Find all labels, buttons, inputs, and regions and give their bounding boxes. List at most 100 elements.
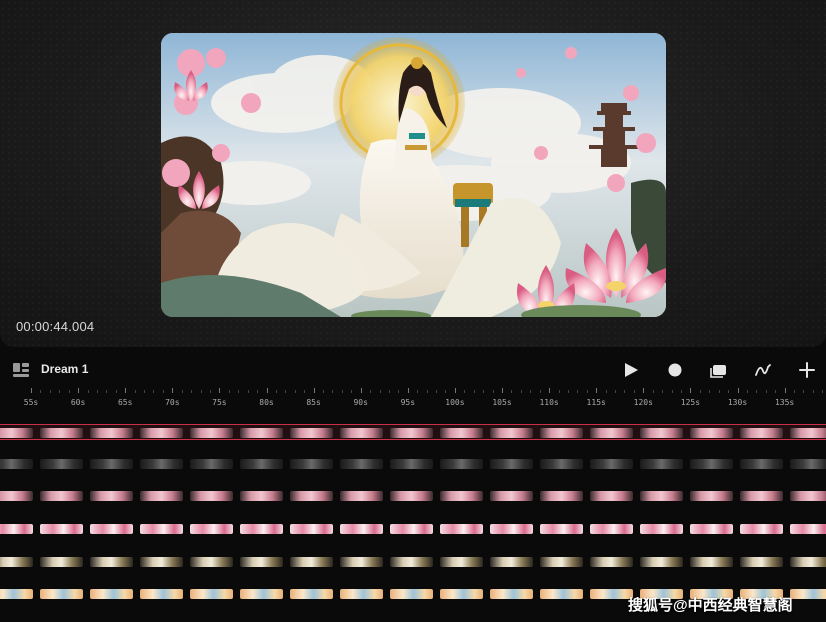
- clip-thumbnail[interactable]: [790, 428, 826, 438]
- clip-thumbnail[interactable]: [0, 428, 33, 438]
- clip-thumbnail[interactable]: [790, 459, 826, 469]
- clip-thumbnail[interactable]: [590, 524, 633, 534]
- clip-thumbnail[interactable]: [440, 428, 483, 438]
- clip-thumbnail[interactable]: [190, 459, 233, 469]
- draw-icon[interactable]: [752, 359, 774, 381]
- clip-thumbnail[interactable]: [390, 557, 433, 567]
- clip-thumbnail[interactable]: [590, 491, 633, 501]
- clip-thumbnail[interactable]: [290, 459, 333, 469]
- clip-thumbnail[interactable]: [540, 524, 583, 534]
- clip-thumbnail[interactable]: [90, 557, 133, 567]
- add-icon[interactable]: [796, 359, 818, 381]
- clip-thumbnail[interactable]: [90, 524, 133, 534]
- clip-thumbnail[interactable]: [0, 557, 33, 567]
- clip-thumbnail[interactable]: [90, 589, 133, 599]
- clip-thumbnail[interactable]: [440, 557, 483, 567]
- clip-thumbnail[interactable]: [740, 428, 783, 438]
- clip-thumbnail[interactable]: [790, 589, 826, 599]
- clip-thumbnail[interactable]: [640, 491, 683, 501]
- clip-thumbnail[interactable]: [440, 589, 483, 599]
- timeline-track[interactable]: [0, 488, 826, 504]
- clip-thumbnail[interactable]: [290, 491, 333, 501]
- clip-thumbnail[interactable]: [240, 524, 283, 534]
- clip-thumbnail[interactable]: [740, 557, 783, 567]
- clip-thumbnail[interactable]: [540, 428, 583, 438]
- clip-thumbnail[interactable]: [190, 524, 233, 534]
- clip-thumbnail[interactable]: [240, 491, 283, 501]
- clip-thumbnail[interactable]: [540, 589, 583, 599]
- clip-thumbnail[interactable]: [390, 524, 433, 534]
- clip-thumbnail[interactable]: [290, 557, 333, 567]
- timeline-track[interactable]: [0, 456, 826, 472]
- clip-thumbnail[interactable]: [0, 459, 33, 469]
- clip-thumbnail[interactable]: [290, 524, 333, 534]
- clip-thumbnail[interactable]: [740, 524, 783, 534]
- clip-thumbnail[interactable]: [490, 428, 533, 438]
- clip-thumbnail[interactable]: [40, 557, 83, 567]
- clip-thumbnail[interactable]: [490, 557, 533, 567]
- timeline-ruler[interactable]: 55s 60s 65s 70s 75s 80s 85s 90s 95s 100s 105s 110s 1…: [0, 388, 826, 412]
- clip-thumbnail[interactable]: [240, 589, 283, 599]
- record-icon[interactable]: [664, 359, 686, 381]
- clip-thumbnail[interactable]: [40, 524, 83, 534]
- clip-thumbnail[interactable]: [190, 428, 233, 438]
- stack-icon[interactable]: [708, 359, 730, 381]
- layers-icon[interactable]: [12, 362, 30, 378]
- clip-thumbnail[interactable]: [640, 428, 683, 438]
- clip-thumbnail[interactable]: [90, 491, 133, 501]
- clip-thumbnail[interactable]: [40, 428, 83, 438]
- clip-thumbnail[interactable]: [540, 491, 583, 501]
- clip-thumbnail[interactable]: [740, 459, 783, 469]
- clip-thumbnail[interactable]: [0, 524, 33, 534]
- clip-thumbnail[interactable]: [340, 557, 383, 567]
- clip-thumbnail[interactable]: [340, 589, 383, 599]
- clip-thumbnail[interactable]: [390, 589, 433, 599]
- clip-thumbnail[interactable]: [690, 491, 733, 501]
- clip-thumbnail[interactable]: [640, 459, 683, 469]
- clip-thumbnail[interactable]: [190, 557, 233, 567]
- clip-thumbnail[interactable]: [40, 589, 83, 599]
- clip-thumbnail[interactable]: [640, 557, 683, 567]
- clip-thumbnail[interactable]: [40, 491, 83, 501]
- clip-thumbnail[interactable]: [240, 459, 283, 469]
- clip-thumbnail[interactable]: [190, 589, 233, 599]
- clip-thumbnail[interactable]: [340, 459, 383, 469]
- clip-thumbnail[interactable]: [340, 491, 383, 501]
- clip-thumbnail[interactable]: [90, 428, 133, 438]
- clip-thumbnail[interactable]: [490, 589, 533, 599]
- clip-thumbnail[interactable]: [340, 524, 383, 534]
- timeline-track[interactable]: [0, 424, 826, 440]
- clip-thumbnail[interactable]: [590, 459, 633, 469]
- clip-thumbnail[interactable]: [140, 589, 183, 599]
- clip-thumbnail[interactable]: [390, 491, 433, 501]
- clip-thumbnail[interactable]: [690, 428, 733, 438]
- clip-thumbnail[interactable]: [390, 459, 433, 469]
- clip-thumbnail[interactable]: [0, 491, 33, 501]
- clip-thumbnail[interactable]: [240, 428, 283, 438]
- clip-thumbnail[interactable]: [490, 524, 533, 534]
- clip-thumbnail[interactable]: [40, 459, 83, 469]
- clip-thumbnail[interactable]: [490, 491, 533, 501]
- clip-thumbnail[interactable]: [540, 557, 583, 567]
- clip-thumbnail[interactable]: [440, 459, 483, 469]
- clip-thumbnail[interactable]: [640, 524, 683, 534]
- clip-thumbnail[interactable]: [140, 557, 183, 567]
- project-name[interactable]: Dream 1: [41, 362, 88, 376]
- clip-thumbnail[interactable]: [140, 491, 183, 501]
- clip-thumbnail[interactable]: [590, 428, 633, 438]
- clip-thumbnail[interactable]: [690, 524, 733, 534]
- clip-thumbnail[interactable]: [540, 459, 583, 469]
- clip-thumbnail[interactable]: [790, 491, 826, 501]
- clip-thumbnail[interactable]: [490, 459, 533, 469]
- clip-thumbnail[interactable]: [590, 589, 633, 599]
- clip-thumbnail[interactable]: [290, 428, 333, 438]
- clip-thumbnail[interactable]: [740, 491, 783, 501]
- clip-thumbnail[interactable]: [140, 524, 183, 534]
- clip-thumbnail[interactable]: [440, 491, 483, 501]
- clip-thumbnail[interactable]: [140, 459, 183, 469]
- clip-thumbnail[interactable]: [440, 524, 483, 534]
- clip-thumbnail[interactable]: [240, 557, 283, 567]
- clip-thumbnail[interactable]: [590, 557, 633, 567]
- clip-thumbnail[interactable]: [190, 491, 233, 501]
- clip-thumbnail[interactable]: [790, 524, 826, 534]
